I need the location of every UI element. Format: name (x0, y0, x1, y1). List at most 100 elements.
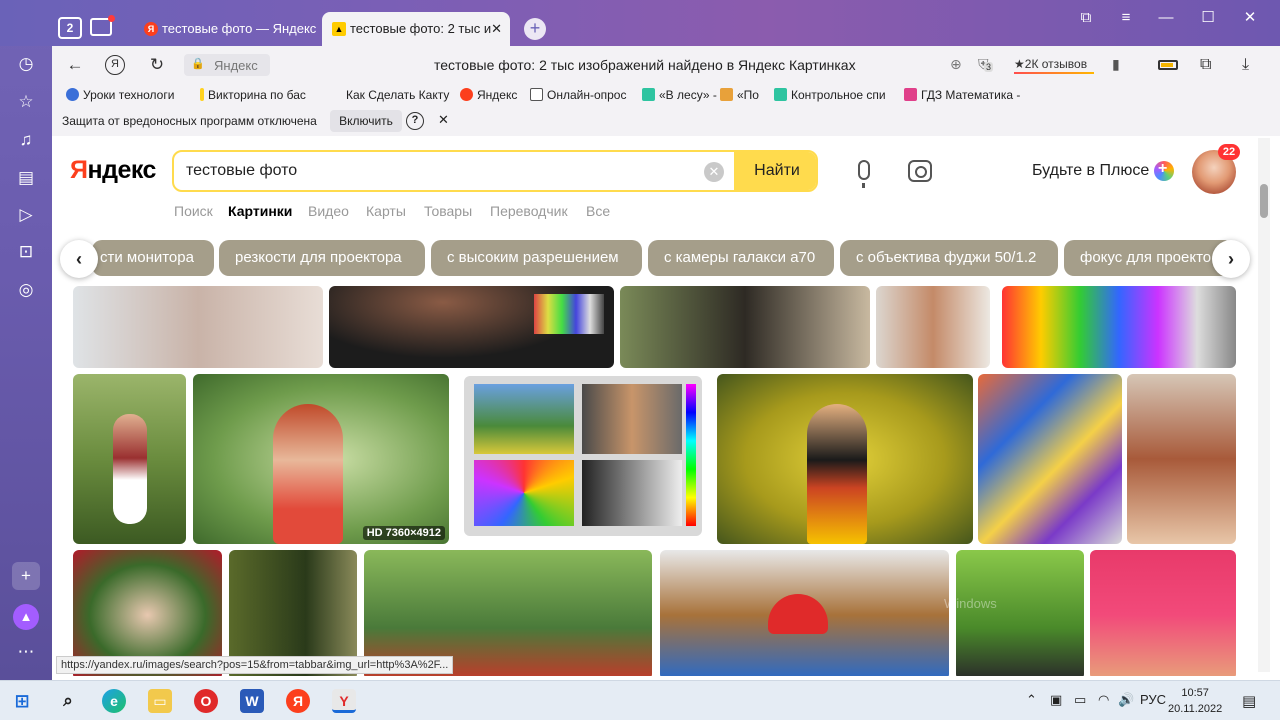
bookmarks-panel-icon[interactable]: ⧉ (1072, 9, 1100, 27)
bookmark-item[interactable]: Контрольное спи (774, 88, 886, 102)
chips-next-arrow-icon[interactable]: › (1212, 240, 1250, 278)
tab-counter-icon[interactable]: 2 (58, 17, 82, 39)
image-result[interactable] (978, 374, 1122, 544)
search-icon[interactable]: ⌕ (56, 689, 80, 713)
screenshot-icon[interactable]: ◎ (14, 278, 38, 302)
edge-browser-icon[interactable]: e (102, 689, 126, 713)
new-tab-group-icon[interactable] (90, 15, 115, 36)
windows-start-icon[interactable]: ⊞ (10, 689, 34, 713)
yandex-icon[interactable]: Я (286, 689, 310, 713)
reload-icon[interactable]: ↻ (146, 56, 168, 74)
address-site-chip[interactable]: 🔒 Яндекс (184, 54, 270, 76)
tray-up-arrow-icon[interactable]: ⌃ (1026, 692, 1037, 708)
bookmark-item[interactable]: ГДЗ Математика - (904, 88, 1020, 102)
suggestion-chip[interactable]: сти монитора (92, 240, 214, 276)
volume-icon[interactable]: 🔊 (1118, 692, 1134, 708)
plus-icon[interactable] (1154, 160, 1174, 181)
new-tab-button[interactable]: + (524, 18, 546, 40)
nav-tab-maps[interactable]: Карты (366, 203, 406, 219)
add-panel-icon[interactable]: + (12, 562, 40, 590)
tab-yandex-search[interactable]: Я тестовые фото — Яндекс (134, 12, 316, 46)
opera-icon[interactable]: O (194, 689, 218, 713)
chips-prev-arrow-icon[interactable]: ‹ (60, 240, 98, 278)
bookmark-item[interactable]: Онлайн-опрос (530, 88, 626, 102)
battery-tray-icon[interactable]: ▭ (1074, 692, 1086, 708)
nav-tab-all[interactable]: Все (586, 203, 610, 219)
image-result[interactable] (956, 550, 1084, 676)
bookmark-item[interactable]: Яндекс (460, 88, 517, 102)
scrollbar-thumb[interactable] (1260, 184, 1268, 218)
help-icon[interactable]: ? (406, 112, 424, 130)
clock[interactable]: 10:57 20.11.2022 (1168, 685, 1222, 717)
back-arrow-icon[interactable]: ← (64, 56, 86, 74)
image-result[interactable] (620, 286, 870, 368)
nav-tab-images[interactable]: Картинки (228, 203, 292, 219)
nav-tab-video[interactable]: Видео (308, 203, 349, 219)
plus-promo-link[interactable]: Будьте в Плюсе (1032, 162, 1149, 180)
suggestion-chip[interactable]: с объектива фуджи 50/1.2 (840, 240, 1058, 276)
image-result[interactable] (73, 374, 186, 544)
wifi-icon[interactable]: ◠ (1098, 692, 1109, 708)
language-indicator[interactable]: РУС (1140, 692, 1166, 707)
zoom-icon[interactable]: ⊕ (950, 56, 962, 73)
download-icon[interactable]: ⤓ (1242, 56, 1249, 74)
page-scrollbar[interactable] (1258, 138, 1270, 672)
tab-close-icon[interactable]: ✕ (491, 12, 502, 46)
history-icon[interactable]: ◷ (14, 52, 38, 76)
image-result[interactable] (1127, 374, 1236, 544)
clear-search-icon[interactable]: ✕ (704, 162, 724, 182)
reviews-badge[interactable]: ★2К отзывов (1014, 57, 1087, 71)
image-result[interactable] (1090, 550, 1236, 676)
video-play-icon[interactable]: ▷ (14, 203, 38, 227)
image-result[interactable] (717, 374, 973, 544)
collections-icon[interactable]: ▤ (14, 166, 38, 190)
bookmark-item[interactable]: «По (720, 88, 759, 102)
nav-tab-translator[interactable]: Переводчик (490, 203, 568, 219)
word-icon[interactable]: W (240, 689, 264, 713)
favorites-star-icon[interactable]: ☆ (14, 90, 38, 114)
microphone-icon[interactable] (858, 160, 870, 188)
menu-icon[interactable]: ≡ (1112, 9, 1140, 27)
image-result[interactable] (464, 376, 702, 536)
image-result[interactable]: HD 7360×4912 (193, 374, 449, 544)
image-result[interactable] (876, 286, 990, 368)
bookmark-item[interactable]: «В лесу» - (642, 88, 717, 102)
nav-tab-goods[interactable]: Товары (424, 203, 472, 219)
minimize-icon[interactable]: — (1152, 9, 1180, 27)
search-button[interactable]: Найти (734, 152, 816, 190)
nav-tab-search[interactable]: Поиск (174, 203, 213, 219)
tab-yandex-images[interactable]: ▲ тестовые фото: 2 тыс и ✕ (322, 12, 510, 46)
close-icon[interactable]: ✕ (438, 112, 449, 128)
yandex-browser-icon[interactable]: Y (332, 689, 356, 713)
file-explorer-icon[interactable]: ▭ (148, 689, 172, 713)
suggestion-chip[interactable]: с высоким разрешением (431, 240, 642, 276)
image-result[interactable] (1002, 286, 1236, 368)
maximize-icon[interactable]: ☐ (1194, 9, 1222, 27)
more-dots-icon[interactable]: ⋯ (14, 640, 38, 664)
battery-icon[interactable] (1158, 60, 1178, 70)
yandex-y-icon[interactable]: Я (105, 55, 125, 75)
notifications-bell-icon[interactable]: ♫ (14, 128, 38, 152)
close-window-icon[interactable]: ✕ (1236, 9, 1264, 27)
image-result[interactable] (73, 286, 323, 368)
network-icon[interactable]: ▣ (1050, 692, 1062, 708)
bookmark-item[interactable]: Уроки технологи (66, 88, 174, 102)
notification-center-icon[interactable]: ▤ (1242, 692, 1256, 710)
alice-icon[interactable]: ▲ (13, 604, 39, 630)
image-result[interactable] (329, 286, 614, 368)
bookmark-icon[interactable]: ▮ (1112, 56, 1120, 73)
collections-toolbar-icon[interactable]: ⧉ (1200, 56, 1211, 74)
enable-protection-button[interactable]: Включить (330, 110, 402, 132)
suggestion-chip[interactable]: резкости для проектора (219, 240, 425, 276)
image-search-camera-icon[interactable] (908, 160, 932, 182)
suggestion-chip[interactable]: фокус для проекто (1064, 240, 1234, 276)
tab-groups-icon[interactable]: ⊡ (14, 240, 38, 264)
address-page-title[interactable]: тестовые фото: 2 тыс изображений найдено… (434, 57, 856, 73)
search-input[interactable] (186, 162, 686, 180)
bookmark-item[interactable]: Как Сделать Какту (346, 88, 449, 102)
yandex-logo[interactable]: Яндекс (70, 156, 156, 185)
suggestion-chip[interactable]: с камеры галакси а70 (648, 240, 834, 276)
bookmark-item[interactable]: Викторина по бас (200, 88, 306, 102)
image-result[interactable] (660, 550, 949, 676)
protect-icon[interactable]: ⛨3 (978, 56, 994, 73)
